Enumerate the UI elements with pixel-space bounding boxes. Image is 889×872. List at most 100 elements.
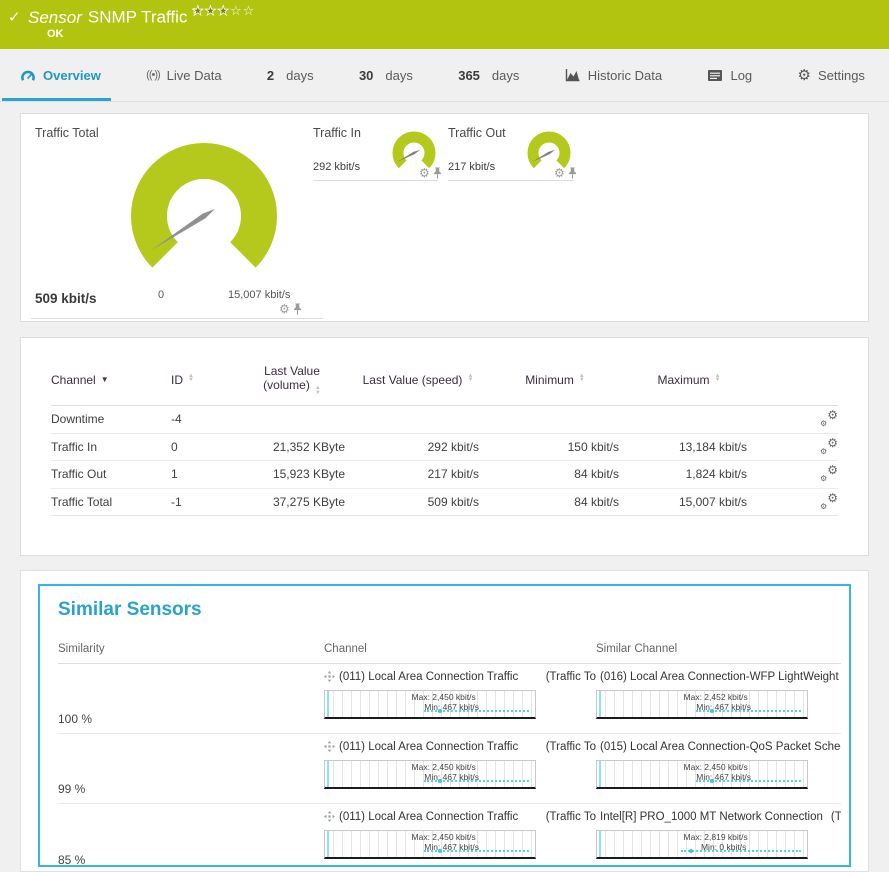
channel-volume: 37,275 KByte: [233, 495, 351, 509]
sensor-title-prefix: Sensor: [28, 8, 82, 27]
pin-icon[interactable]: [568, 167, 577, 179]
star-filled-icon[interactable]: ★: [192, 3, 205, 18]
channel-name[interactable]: Traffic Total: [51, 495, 171, 509]
similarity-value: 85 %: [58, 853, 85, 867]
tab-log[interactable]: Log: [707, 49, 752, 101]
similar-sensors-panel: Similar Sensors Similarity Channel Simil…: [20, 570, 869, 872]
tab-2-days[interactable]: 2 days: [267, 49, 314, 101]
tab-2-days-label: days: [286, 68, 313, 83]
channel-settings-icon[interactable]: ⚙⚙: [820, 411, 838, 427]
gear-icon[interactable]: ⚙: [419, 168, 430, 178]
gauge-total[interactable]: [129, 141, 279, 291]
channel-name[interactable]: Traffic In: [51, 440, 171, 454]
similar-channel-cell: (016) Local Area Connection-WFP LightWei…: [596, 669, 841, 733]
table-row[interactable]: Traffic In 0 21,352 KByte 292 kbit/s 150…: [51, 434, 838, 462]
status-badge: OK: [47, 28, 64, 40]
similar-channel-minigraph[interactable]: Max: 2,452 kbit/sMin: 467 kbit/s: [596, 690, 808, 719]
column-header-channel[interactable]: Channel▼: [51, 373, 171, 387]
channel-link[interactable]: (011) Local Area Connection Traffic: [339, 671, 518, 683]
channel-link-suffix: (Traffic To: [546, 671, 596, 683]
similar-channel-minigraph[interactable]: Max: 2,819 kbit/sMin: 0 kbit/s: [596, 830, 808, 859]
move-icon[interactable]: [324, 671, 335, 682]
table-row[interactable]: Downtime -4 ⚙⚙: [51, 406, 838, 434]
channel-minigraph[interactable]: Max: 2,450 kbit/sMin: 467 kbit/s: [324, 690, 536, 719]
tab-live-data[interactable]: ((•)) Live Data: [146, 49, 221, 101]
move-icon[interactable]: [324, 741, 335, 752]
gauge-total-value: 509 kbit/s: [35, 291, 97, 306]
channel-maximum: 15,007 kbit/s: [625, 495, 753, 509]
sort-icon: ▲▼: [715, 374, 721, 383]
graph-max-label: Max: 2,450 kbit/s: [359, 762, 529, 772]
tab-overview-label: Overview: [43, 68, 101, 83]
tab-settings[interactable]: ⚙ Settings: [798, 49, 865, 101]
column-header-last-value-speed[interactable]: Last Value (speed)▲▼: [351, 373, 485, 387]
channel-name[interactable]: Traffic Out: [51, 467, 171, 481]
move-icon[interactable]: [324, 811, 335, 822]
tab-30-days[interactable]: 30 days: [359, 49, 413, 101]
pin-icon[interactable]: [433, 167, 442, 179]
gear-icon[interactable]: ⚙: [279, 304, 290, 314]
priority-stars[interactable]: ★★★☆☆: [192, 3, 255, 19]
star-empty-icon[interactable]: ☆: [243, 3, 256, 18]
channel-settings-icon[interactable]: ⚙⚙: [820, 494, 838, 510]
similar-channel-minigraph[interactable]: Max: 2,450 kbit/sMin: 467 kbit/s: [596, 760, 808, 789]
channel-cell: (011) Local Area Connection Traffic (Tra…: [324, 669, 596, 733]
graph-series-dot: [710, 779, 714, 783]
tab-log-label: Log: [730, 68, 752, 83]
star-filled-icon[interactable]: ★: [205, 3, 218, 18]
gauge-total-actions: ⚙: [279, 303, 302, 315]
sort-icon: ▲▼: [579, 374, 585, 383]
pin-icon[interactable]: [293, 303, 302, 315]
channel-link-suffix: (Traffic To: [546, 741, 596, 753]
graph-axis: [599, 691, 601, 717]
tab-overview[interactable]: Overview: [20, 49, 101, 101]
similar-sensors-header: Similarity Channel Similar Channel: [58, 643, 841, 664]
sort-icon: ▲▼: [315, 386, 321, 395]
sensor-header: ✓ SensorSNMP Traffic⚐ ★★★☆☆ OK: [0, 0, 889, 49]
channel-id: -1: [171, 495, 233, 509]
channel-name[interactable]: Downtime: [51, 412, 171, 426]
gauge-total-scale-max: 15,007 kbit/s: [228, 289, 290, 301]
sort-icon: ▲▼: [467, 374, 473, 383]
graph-max-label: Max: 2,452 kbit/s: [631, 692, 801, 702]
column-header-maximum[interactable]: Maximum▲▼: [625, 373, 753, 387]
channel-volume: 15,923 KByte: [233, 467, 351, 481]
channel-table-panel: Channel▼ ID▲▼ Last Value(volume)▲▼ Last …: [20, 337, 869, 556]
channel-speed: 292 kbit/s: [351, 440, 485, 454]
similar-channel-link[interactable]: Intel[R] PRO_1000 MT Network Connection: [600, 811, 823, 823]
channel-cell: (011) Local Area Connection Traffic (Tra…: [324, 739, 596, 803]
channel-link[interactable]: (011) Local Area Connection Traffic: [339, 741, 518, 753]
channel-minigraph[interactable]: Max: 2,450 kbit/sMin: 467 kbit/s: [324, 760, 536, 789]
channel-maximum: 1,824 kbit/s: [625, 467, 753, 481]
similar-channel-link[interactable]: (015) Local Area Connection-QoS Packet S…: [600, 741, 841, 753]
column-header-id[interactable]: ID▲▼: [171, 373, 233, 387]
channel-settings-icon[interactable]: ⚙⚙: [820, 466, 838, 482]
tab-live-data-label: Live Data: [167, 68, 222, 83]
channel-table-header: Channel▼ ID▲▼ Last Value(volume)▲▼ Last …: [51, 364, 838, 406]
gear-icon[interactable]: ⚙: [554, 168, 565, 178]
star-empty-icon[interactable]: ☆: [230, 3, 243, 18]
channel-link[interactable]: (011) Local Area Connection Traffic: [339, 811, 518, 823]
channel-id: 1: [171, 467, 233, 481]
similar-sensors-title: Similar Sensors: [58, 599, 841, 621]
table-row[interactable]: Traffic Total -1 37,275 KByte 509 kbit/s…: [51, 489, 838, 517]
table-row[interactable]: Traffic Out 1 15,923 KByte 217 kbit/s 84…: [51, 461, 838, 489]
similar-sensor-row: 100 % (011) Local Area Connection Traffi…: [58, 664, 841, 734]
channel-id: -4: [171, 412, 233, 426]
channel-cell: (011) Local Area Connection Traffic (Tra…: [324, 809, 596, 872]
tab-historic-data[interactable]: Historic Data: [565, 49, 662, 101]
graph-series-dot: [438, 779, 442, 783]
channel-minigraph[interactable]: Max: 2,450 kbit/sMin: 467 kbit/s: [324, 830, 536, 859]
tab-365-days[interactable]: 365 days: [458, 49, 519, 101]
broadcast-icon: ((•)): [146, 69, 160, 81]
channel-minimum: 84 kbit/s: [485, 495, 625, 509]
column-header-minimum[interactable]: Minimum▲▼: [485, 373, 625, 387]
channel-settings-icon[interactable]: ⚙⚙: [820, 439, 838, 455]
column-header-last-value-volume[interactable]: Last Value(volume)▲▼: [233, 364, 351, 395]
column-header-similarity: Similarity: [58, 643, 324, 655]
graph-axis: [327, 831, 329, 857]
star-filled-icon[interactable]: ★: [217, 3, 230, 18]
sort-desc-icon: ▼: [101, 375, 109, 384]
channel-id: 0: [171, 440, 233, 454]
similar-channel-link[interactable]: (016) Local Area Connection-WFP LightWei…: [600, 671, 841, 683]
